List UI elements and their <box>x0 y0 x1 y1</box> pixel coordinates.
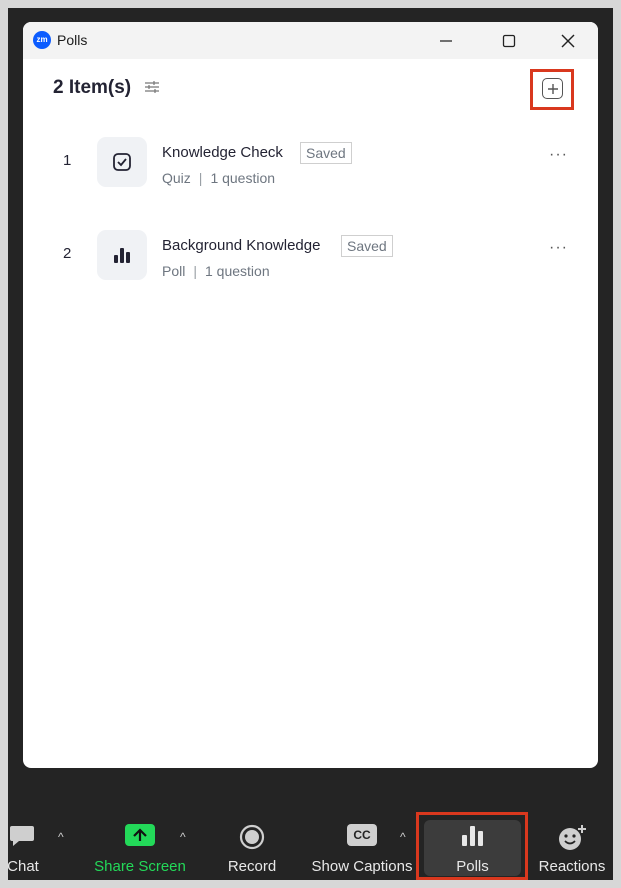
reactions-button[interactable]: Reactions <box>534 810 610 880</box>
item-subtitle: Quiz | 1 question <box>162 170 275 186</box>
item-title: Background Knowledge <box>162 237 321 254</box>
show-captions-label: Show Captions <box>311 858 413 875</box>
separator: | <box>193 263 197 279</box>
item-type: Poll <box>162 263 186 279</box>
reactions-label: Reactions <box>538 858 606 875</box>
plus-icon <box>547 83 558 94</box>
poll-list-item[interactable]: 2 Background Knowledge Saved Poll | 1 ques… <box>23 225 598 285</box>
close-icon <box>561 34 575 47</box>
captions-cc-icon: CC <box>347 824 377 846</box>
minimize-button[interactable] <box>418 22 474 59</box>
chat-button[interactable]: Chat <box>0 810 46 880</box>
status-badge: Saved <box>341 235 393 257</box>
share-screen-caret-icon[interactable]: ^ <box>180 830 186 844</box>
maximize-icon <box>502 34 516 47</box>
item-index: 1 <box>63 152 72 169</box>
status-badge: Saved <box>300 142 352 164</box>
record-icon <box>239 824 265 850</box>
record-button[interactable]: Record <box>217 810 287 880</box>
filter-button[interactable] <box>144 79 160 100</box>
items-count-title: 2 Item(s) <box>53 77 132 98</box>
captions-caret-icon[interactable]: ^ <box>400 830 406 844</box>
more-options-button[interactable]: ··· <box>549 146 568 164</box>
title-bar: zm Polls <box>23 22 598 59</box>
polls-button[interactable]: Polls <box>424 810 521 880</box>
item-index: 2 <box>63 245 72 262</box>
item-title: Knowledge Check <box>162 144 283 161</box>
maximize-button[interactable] <box>481 22 537 59</box>
separator: | <box>198 170 203 186</box>
item-icon-box <box>97 230 147 280</box>
share-screen-icon <box>125 824 155 846</box>
chat-caret-icon[interactable]: ^ <box>58 830 64 844</box>
bar-chart-icon <box>114 248 130 263</box>
polls-label: Polls <box>456 858 489 875</box>
item-icon-box <box>97 137 147 187</box>
chat-bubble-icon <box>10 826 34 846</box>
add-poll-button[interactable] <box>542 78 563 99</box>
polls-bar-chart-icon <box>461 826 483 846</box>
show-captions-button[interactable]: CC Show Captions <box>308 810 416 880</box>
item-question-count: 1 question <box>210 170 276 186</box>
polls-window: zm Polls 2 Item(s) 1 Knowledge Check Sav… <box>23 22 598 768</box>
share-screen-label: Share Screen <box>94 858 186 875</box>
window-title: Polls <box>57 32 88 48</box>
close-button[interactable] <box>540 22 596 59</box>
checkbox-icon <box>113 153 131 171</box>
more-options-button[interactable]: ··· <box>549 239 568 257</box>
zoom-logo-icon: zm <box>33 31 51 49</box>
item-question-count: 1 question <box>205 263 270 279</box>
minimize-icon <box>440 39 452 42</box>
chat-label: Chat <box>7 858 39 875</box>
item-subtitle: Poll | 1 question <box>162 263 270 279</box>
poll-list-item[interactable]: 1 Knowledge Check Saved Quiz | 1 question … <box>23 132 598 192</box>
meeting-toolbar: Chat ^ Share Screen ^ Record CC Show Cap… <box>0 810 621 888</box>
item-type: Quiz <box>162 170 191 186</box>
reactions-smiley-icon <box>559 825 586 850</box>
share-screen-button[interactable]: Share Screen <box>90 810 190 880</box>
record-label: Record <box>227 858 277 875</box>
filter-sliders-icon <box>145 81 159 93</box>
